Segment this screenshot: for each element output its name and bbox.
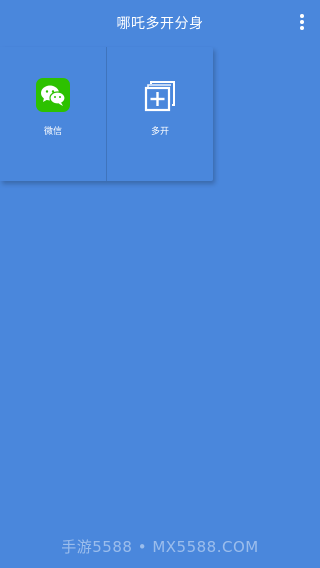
app-title: 哪吒多开分身 bbox=[116, 16, 204, 32]
wechat-icon bbox=[36, 78, 70, 112]
watermark: 手游5588 • MX5588.COM bbox=[61, 538, 259, 556]
app-grid: 微信 多开 bbox=[0, 47, 213, 181]
app-tile-wechat[interactable]: 微信 bbox=[0, 47, 106, 181]
app-tile-add-clone[interactable]: 多开 bbox=[107, 47, 213, 181]
more-vertical-icon[interactable] bbox=[298, 14, 306, 32]
app-label-wechat: 微信 bbox=[43, 127, 62, 137]
add-clone-icon bbox=[143, 78, 177, 112]
app-bar: 哪吒多开分身 bbox=[0, 0, 320, 46]
app-label-add-clone: 多开 bbox=[150, 127, 169, 137]
